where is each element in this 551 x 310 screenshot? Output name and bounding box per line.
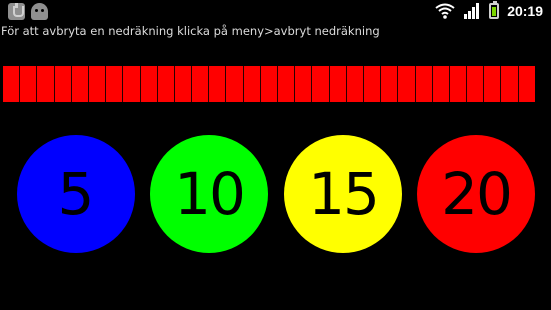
progress-segment (242, 66, 260, 102)
usb-icon (8, 3, 25, 20)
progress-segment (105, 66, 123, 102)
progress-segment (345, 66, 363, 102)
progress-segment (36, 66, 54, 102)
progress-segment (414, 66, 432, 102)
wifi-icon (435, 2, 455, 20)
progress-segment (380, 66, 398, 102)
clock: 20:19 (507, 3, 543, 19)
progress-segment (431, 66, 449, 102)
debug-icon (31, 3, 48, 20)
progress-segment (70, 66, 88, 102)
progress-segment (328, 66, 346, 102)
progress-segment (156, 66, 174, 102)
status-bar: 20:19 (0, 0, 551, 24)
progress-segment (139, 66, 157, 102)
progress-segment (294, 66, 312, 102)
progress-segment (311, 66, 329, 102)
progress-segment (208, 66, 226, 102)
progress-segment (277, 66, 295, 102)
progress-segment (362, 66, 381, 102)
timer-15-label: 15 (308, 160, 380, 228)
progress-segment (3, 66, 20, 102)
progress-segment (397, 66, 415, 102)
timer-5-label: 5 (57, 160, 95, 228)
progress-segment (122, 66, 140, 102)
progress-segment (448, 66, 467, 102)
timer-20-button[interactable]: 20 (417, 135, 535, 253)
timer-10-label: 10 (174, 160, 246, 228)
progress-segment (53, 66, 71, 102)
system-icons: 20:19 (435, 1, 543, 20)
instruction-text: För att avbryta en nedräkning klicka på … (1, 24, 380, 38)
signal-icon (463, 2, 481, 20)
timer-5-button[interactable]: 5 (17, 135, 135, 253)
progress-segment (19, 66, 37, 102)
progress-segment (500, 66, 518, 102)
timer-15-button[interactable]: 15 (284, 135, 402, 253)
timer-buttons: 5 10 15 20 (0, 135, 551, 255)
progress-segment (173, 66, 192, 102)
notification-icons (8, 3, 48, 20)
progress-segment (259, 66, 277, 102)
progress-segment (191, 66, 209, 102)
progress-segment (225, 66, 243, 102)
progress-segment (517, 66, 535, 102)
progress-segment (87, 66, 106, 102)
countdown-progress-bar (3, 66, 535, 102)
timer-10-button[interactable]: 10 (150, 135, 268, 253)
progress-segment (466, 66, 484, 102)
timer-20-label: 20 (441, 160, 513, 228)
battery-icon (489, 1, 500, 19)
progress-segment (483, 66, 501, 102)
